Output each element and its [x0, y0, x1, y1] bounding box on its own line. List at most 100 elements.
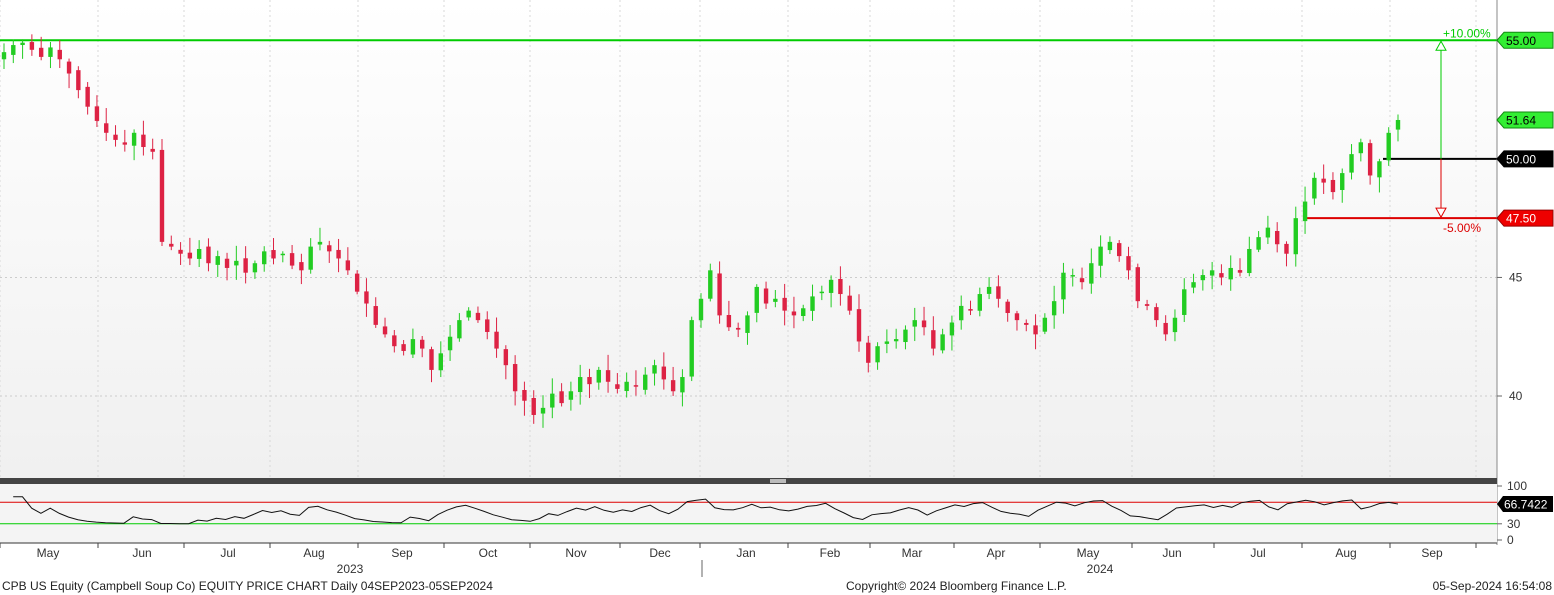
x-tick-label: Nov — [565, 546, 586, 560]
x-axis: May Jun Jul Aug Sep Oct Nov Dec Jan Feb Mar Apr May J… — [0, 543, 1477, 577]
candle-body — [931, 330, 936, 349]
candle-body — [1, 52, 7, 60]
candle-body — [420, 339, 425, 349]
candle-body — [289, 253, 295, 266]
candle-body — [912, 320, 917, 327]
candle-body — [1172, 317, 1178, 333]
candle-body — [48, 47, 53, 57]
candle-body — [271, 250, 276, 259]
y-tick-label: 40 — [1509, 389, 1523, 403]
candle-body — [308, 246, 313, 270]
candle-body — [1191, 282, 1196, 288]
candle-body — [1070, 275, 1075, 277]
candle-body — [1219, 273, 1224, 278]
candle-body — [884, 341, 890, 344]
candle-body — [104, 123, 109, 133]
x-tick-label: Apr — [987, 546, 1006, 560]
candle-body — [224, 258, 230, 268]
candle-body — [1367, 143, 1373, 176]
candle-body — [354, 273, 360, 292]
candle-body — [113, 134, 118, 140]
target-percent-label: +10.00% — [1443, 26, 1491, 40]
candle-body — [977, 294, 982, 311]
candle-body — [512, 364, 518, 392]
candle-body — [893, 339, 899, 342]
price-tag-target-label: 55.00 — [1506, 34, 1536, 48]
candle-body — [1256, 237, 1261, 250]
candle-body — [1098, 246, 1103, 266]
candle-body — [1061, 272, 1066, 300]
panel-separator-handle[interactable] — [770, 479, 786, 483]
candle-body — [1200, 275, 1206, 281]
candle-body — [1117, 243, 1122, 257]
price-chart: +10.00%-5.00% 4045 55.0051.6450.0047.50 … — [0, 0, 1554, 593]
x-tick-label: Aug — [303, 546, 324, 560]
candle-body — [438, 353, 443, 371]
candle-body — [94, 106, 100, 121]
price-tags: 55.00 51.64 50.00 47.50 — [1496, 31, 1554, 227]
candle-body — [1126, 256, 1131, 271]
candle-body — [1135, 267, 1140, 302]
candle-body — [875, 346, 880, 363]
x-tick-label: Jul — [1250, 546, 1265, 560]
candle-body — [1144, 304, 1150, 306]
candle-body — [773, 298, 778, 302]
candle-body — [940, 334, 945, 351]
candle-body — [903, 329, 908, 343]
candle-body — [1051, 301, 1057, 316]
candle-body — [949, 322, 955, 336]
year-label: 2024 — [1087, 562, 1114, 576]
candle-body — [615, 384, 620, 389]
candle-body — [708, 270, 713, 299]
candle-body — [345, 260, 351, 271]
candle-body — [828, 279, 834, 293]
x-tick-label: Jul — [220, 546, 235, 560]
candle-body — [447, 336, 453, 351]
candle-body — [243, 258, 248, 273]
candle-body — [1163, 322, 1168, 335]
candle-body — [475, 312, 481, 321]
stop-percent-label: -5.00% — [1443, 221, 1481, 235]
candle-body — [819, 291, 825, 294]
price-tag-reference-label: 50.00 — [1506, 152, 1536, 166]
candle-body — [754, 286, 759, 313]
x-tick-label: Feb — [820, 546, 841, 560]
candle-body — [540, 407, 546, 414]
candle-body — [1033, 325, 1038, 335]
main-panel — [0, 0, 1497, 479]
candle-body — [959, 305, 964, 321]
candle-body — [66, 61, 72, 74]
footer-center: Copyright© 2024 Bloomberg Finance L.P. — [846, 579, 1067, 593]
candle-body — [587, 377, 592, 385]
x-tick-label: Jun — [1162, 546, 1181, 560]
candle-body — [652, 365, 657, 374]
candle-body — [670, 380, 676, 392]
rsi-tick-label: 0 — [1507, 533, 1514, 547]
x-tick-label: Sep — [391, 546, 413, 560]
year-label: 2023 — [337, 562, 364, 576]
footer-left: CPB US Equity (Campbell Soup Co) EQUITY … — [2, 579, 493, 593]
candle-body — [531, 398, 536, 415]
candle-body — [559, 391, 564, 404]
candle-body — [856, 309, 862, 342]
y-axis: 40 45 — [1497, 270, 1523, 403]
candle-body — [1340, 173, 1345, 191]
candle-body — [568, 391, 574, 400]
candle-body — [11, 45, 16, 55]
rsi-panel — [0, 484, 1497, 543]
candle-body — [577, 377, 583, 393]
candle-body — [392, 335, 397, 347]
x-tick-label: May — [37, 546, 60, 560]
candle-body — [717, 273, 722, 316]
candle-body — [1293, 218, 1298, 255]
candle-body — [791, 311, 797, 316]
candle-body — [1209, 270, 1215, 276]
candle-body — [763, 288, 769, 304]
candle-body — [76, 70, 81, 91]
rsi-tick-label: 100 — [1507, 479, 1527, 493]
candle-body — [1265, 227, 1271, 238]
rsi-tag-label: 66.7422 — [1504, 497, 1548, 511]
candle-body — [735, 327, 741, 330]
candle-body — [466, 310, 471, 318]
candle-body — [986, 286, 992, 294]
